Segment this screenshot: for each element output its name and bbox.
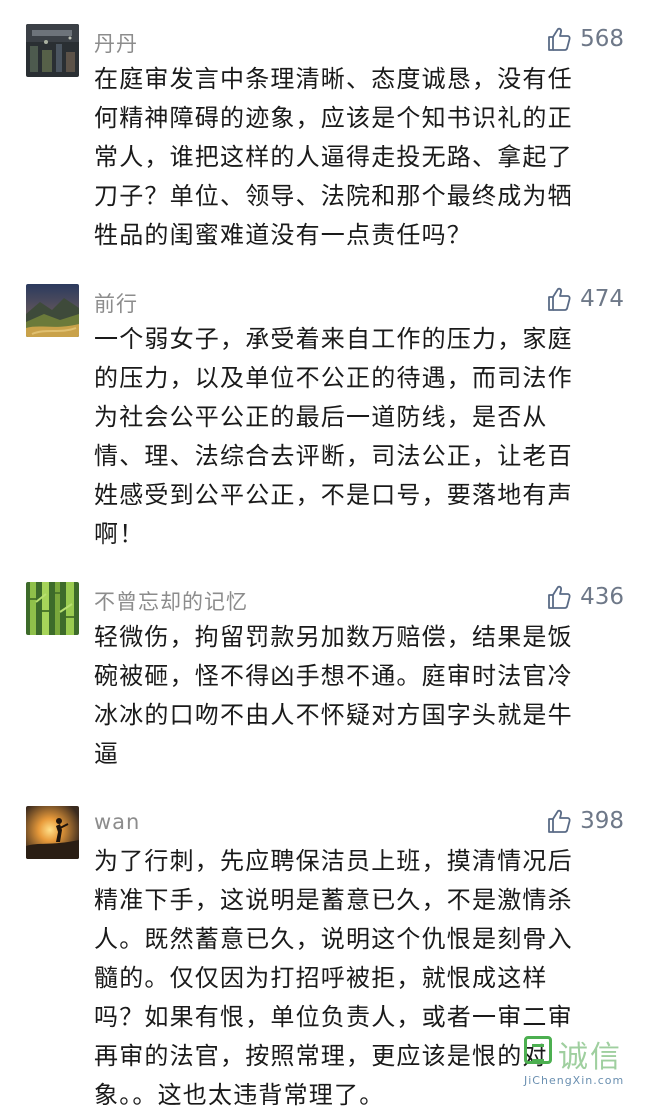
- comment-text-line: 为了行刺，先应聘保洁员上班，摸清情况后: [94, 847, 573, 875]
- thumbs-up-icon: [548, 585, 571, 609]
- comment-text-line: 啊！: [94, 520, 145, 548]
- comment-text: 轻微伤，拘留罚款另加数万赔偿，结果是饭 碗被砸，怪不得凶手想不通。庭审时法官冷 …: [94, 618, 614, 774]
- username[interactable]: 前行: [94, 288, 138, 318]
- comment-text-line: 精准下手，这说明是蓄意已久，不是激情杀: [94, 886, 573, 914]
- dark-night-photo-avatar-icon: [26, 24, 79, 77]
- comment-text-line: 情、理、法综合去评断，司法公正，让老百: [94, 442, 573, 470]
- sunset-silhouette-avatar-icon: [26, 806, 79, 859]
- like-count: 568: [580, 26, 624, 52]
- like-button[interactable]: 436: [546, 584, 624, 610]
- thumbs-up-icon: [548, 287, 571, 311]
- user-avatar[interactable]: [26, 24, 79, 77]
- user-avatar[interactable]: [26, 284, 79, 337]
- site-watermark: 诚信 JiChengXin.com: [524, 1036, 642, 1092]
- comment-text-line: 轻微伤，拘留罚款另加数万赔偿，结果是饭: [94, 623, 573, 651]
- bamboo-avatar-icon: [26, 582, 79, 635]
- comment-text-line: 在庭审发言中条理清晰、态度诚恳，没有任: [94, 65, 573, 93]
- comment-text-line: 人。既然蓄意已久，说明这个仇恨是刻骨入: [94, 925, 573, 953]
- comment-text-line: 冰冰的口吻不由人不怀疑对方国字头就是牛: [94, 701, 573, 729]
- comment-text-line: 何精神障碍的迹象，应该是个知书识礼的正: [94, 104, 573, 132]
- like-count: 436: [580, 584, 624, 610]
- like-button[interactable]: 398: [546, 808, 624, 834]
- user-avatar[interactable]: [26, 806, 79, 859]
- comment-text-line: 吗？如果有恨，单位负责人，或者一审二审: [94, 1003, 573, 1031]
- comment-text-line: 刀子？单位、领导、法院和那个最终成为牺: [94, 182, 573, 210]
- watermark-url: JiChengXin.com: [524, 1074, 625, 1087]
- watermark-text: 诚信: [558, 1040, 622, 1075]
- comment-text-line: 常人，谁把这样的人逼得走投无路、拿起了: [94, 143, 573, 171]
- like-count: 474: [580, 286, 624, 312]
- like-button[interactable]: 474: [546, 286, 624, 312]
- comment-text-line: 为社会公平公正的最后一道防线，是否从: [94, 403, 548, 431]
- comment-text-line: 一个弱女子，承受着来自工作的压力，家庭: [94, 325, 573, 353]
- comment-text: 在庭审发言中条理清晰、态度诚恳，没有任 何精神障碍的迹象，应该是个知书识礼的正 …: [94, 60, 614, 255]
- mountain-landscape-avatar-icon: [26, 284, 79, 337]
- user-avatar[interactable]: [26, 582, 79, 635]
- username[interactable]: 丹丹: [94, 28, 138, 58]
- comment-text-line: 的压力，以及单位不公正的待遇，而司法作: [94, 364, 573, 392]
- like-count: 398: [580, 808, 624, 834]
- thumbs-up-icon: [548, 27, 571, 51]
- like-button[interactable]: 568: [546, 26, 624, 52]
- comment-text-line: 逼: [94, 740, 120, 768]
- comment-text-line: 牲品的闺蜜难道没有一点责任吗？: [94, 221, 472, 249]
- username[interactable]: 不曾忘却的记忆: [94, 586, 248, 616]
- thumbs-up-icon: [548, 809, 571, 833]
- comment-text-line: 髓的。仅仅因为打招呼被拒，就恨成这样: [94, 964, 548, 992]
- comment-text: 一个弱女子，承受着来自工作的压力，家庭 的压力，以及单位不公正的待遇，而司法作 …: [94, 320, 614, 554]
- watermark-logo-icon: [524, 1036, 552, 1064]
- username[interactable]: wan: [94, 810, 140, 834]
- comment-text-line: 碗被砸，怪不得凶手想不通。庭审时法官冷: [94, 662, 573, 690]
- comment-text-line: 姓感受到公平公正，不是口号，要落地有声: [94, 481, 573, 509]
